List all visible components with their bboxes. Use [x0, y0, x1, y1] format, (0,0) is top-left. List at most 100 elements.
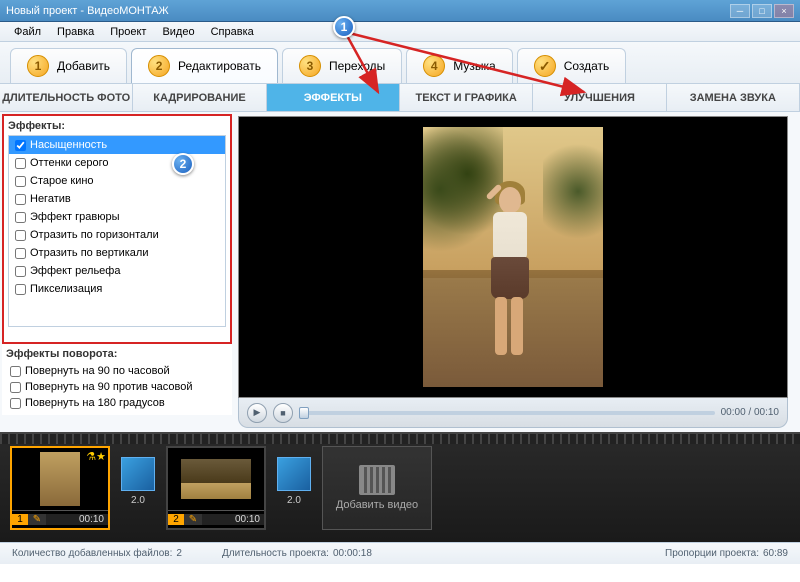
- effect-item[interactable]: Эффект рельефа: [9, 262, 225, 280]
- effect-checkbox[interactable]: [15, 176, 26, 187]
- step-3-icon: 3: [299, 55, 321, 77]
- tab-edit-label: Редактировать: [178, 59, 261, 73]
- status-files-label: Количество добавленных файлов:: [12, 548, 172, 559]
- preview-frame: [423, 127, 603, 387]
- tab-transitions-label: Переходы: [329, 59, 385, 73]
- subtab-crop[interactable]: КАДРИРОВАНИЕ: [133, 84, 266, 111]
- menu-video[interactable]: Видео: [154, 24, 202, 40]
- tab-transitions[interactable]: 3 Переходы: [282, 48, 402, 83]
- effect-item[interactable]: Отразить по вертикали: [9, 244, 225, 262]
- menubar: Файл Правка Проект Видео Справка: [0, 22, 800, 42]
- effect-label: Оттенки серого: [30, 157, 108, 169]
- subtab-effects[interactable]: ЭФФЕКТЫ: [267, 84, 400, 111]
- tab-create-label: Создать: [564, 59, 610, 73]
- effect-checkbox[interactable]: [15, 266, 26, 277]
- seek-slider[interactable]: [299, 411, 715, 415]
- clip-index: 2: [168, 514, 184, 525]
- transition-icon: [121, 457, 155, 491]
- rotation-label: Повернуть на 180 градусов: [25, 397, 165, 409]
- effect-label: Пикселизация: [30, 283, 102, 295]
- preview-panel: ▶ ■ 00:00 / 00:10: [234, 112, 800, 432]
- step-2-icon: 2: [148, 55, 170, 77]
- transition-duration: 2.0: [131, 495, 145, 506]
- seek-knob[interactable]: [299, 407, 309, 419]
- menu-edit[interactable]: Правка: [49, 24, 102, 40]
- subtab-enhance[interactable]: УЛУЧШЕНИЯ: [533, 84, 666, 111]
- play-button[interactable]: ▶: [247, 403, 267, 423]
- timeline[interactable]: ⚗★ 1 ✎ 00:10 2.0 2 ✎ 00:10 2.0 Добавить …: [0, 432, 800, 542]
- subtab-audio[interactable]: ЗАМЕНА ЗВУКА: [667, 84, 800, 111]
- clip-edit-icon[interactable]: ✎: [28, 514, 46, 525]
- timeline-clip-2[interactable]: 2 ✎ 00:10: [166, 446, 266, 530]
- effects-title: Эффекты:: [8, 120, 226, 132]
- timeline-clip-1[interactable]: ⚗★ 1 ✎ 00:10: [10, 446, 110, 530]
- tab-edit[interactable]: 2 Редактировать: [131, 48, 278, 83]
- rotation-label: Повернуть на 90 по часовой: [25, 365, 170, 377]
- effect-label: Эффект рельефа: [30, 265, 120, 277]
- effects-list[interactable]: Насыщенность Оттенки серого Старое кино Нег…: [8, 135, 226, 327]
- rotation-checkbox[interactable]: [10, 398, 21, 409]
- effect-label: Старое кино: [30, 175, 94, 187]
- effect-label: Эффект гравюры: [30, 211, 120, 223]
- menu-file[interactable]: Файл: [6, 24, 49, 40]
- menu-project[interactable]: Проект: [102, 24, 154, 40]
- rotation-item[interactable]: Повернуть на 90 против часовой: [6, 379, 228, 395]
- close-button[interactable]: ×: [774, 4, 794, 18]
- effect-label: Отразить по горизонтали: [30, 229, 159, 241]
- tab-music[interactable]: 4 Музыка: [406, 48, 512, 83]
- tab-add[interactable]: 1 Добавить: [10, 48, 127, 83]
- tab-music-label: Музыка: [453, 59, 495, 73]
- effect-item[interactable]: Негатив: [9, 190, 225, 208]
- effect-item[interactable]: Оттенки серого: [9, 154, 225, 172]
- effect-item[interactable]: Насыщенность: [9, 136, 225, 154]
- transition-duration: 2.0: [287, 495, 301, 506]
- window-title: Новый проект - ВидеоМОНТАЖ: [6, 5, 169, 17]
- minimize-button[interactable]: ─: [730, 4, 750, 18]
- subtab-text[interactable]: ТЕКСТ И ГРАФИКА: [400, 84, 533, 111]
- clip-time: 00:10: [46, 514, 108, 525]
- rotations-list: Повернуть на 90 по часовой Повернуть на 9…: [6, 363, 228, 411]
- effect-item[interactable]: Пикселизация: [9, 280, 225, 298]
- player-controls: ▶ ■ 00:00 / 00:10: [238, 398, 788, 428]
- top-tabs: 1 Добавить 2 Редактировать 3 Переходы 4 …: [0, 42, 800, 84]
- effect-checkbox[interactable]: [15, 284, 26, 295]
- status-files-value: 2: [176, 548, 182, 559]
- status-ratio-value: 60:89: [763, 548, 788, 559]
- sub-tabs: ДЛИТЕЛЬНОСТЬ ФОТО КАДРИРОВАНИЕ ЭФФЕКТЫ Т…: [0, 84, 800, 112]
- work-area: Эффекты: Насыщенность Оттенки серого Старо…: [0, 112, 800, 432]
- timeline-transition-1[interactable]: 2.0: [116, 446, 160, 506]
- effect-checkbox[interactable]: [15, 248, 26, 259]
- rotation-item[interactable]: Повернуть на 90 по часовой: [6, 363, 228, 379]
- effect-item[interactable]: Отразить по горизонтали: [9, 226, 225, 244]
- stop-button[interactable]: ■: [273, 403, 293, 423]
- effect-item[interactable]: Эффект гравюры: [9, 208, 225, 226]
- status-duration-label: Длительность проекта:: [222, 548, 329, 559]
- effect-checkbox[interactable]: [15, 140, 26, 151]
- left-panel: Эффекты: Насыщенность Оттенки серого Старо…: [0, 112, 234, 432]
- titlebar: Новый проект - ВидеоМОНТАЖ ─ □ ×: [0, 0, 800, 22]
- effect-checkbox[interactable]: [15, 194, 26, 205]
- add-video-label: Добавить видео: [336, 499, 418, 511]
- tab-create[interactable]: ✓ Создать: [517, 48, 627, 83]
- menu-help[interactable]: Справка: [203, 24, 262, 40]
- timeline-transition-2[interactable]: 2.0: [272, 446, 316, 506]
- effect-checkbox[interactable]: [15, 230, 26, 241]
- status-ratio-label: Пропорции проекта:: [665, 548, 759, 559]
- effect-checkbox[interactable]: [15, 212, 26, 223]
- preview-video: [238, 116, 788, 398]
- clip-edit-icon[interactable]: ✎: [184, 514, 202, 525]
- clip-time: 00:10: [202, 514, 264, 525]
- subtab-photo-duration[interactable]: ДЛИТЕЛЬНОСТЬ ФОТО: [0, 84, 133, 111]
- add-video-button[interactable]: Добавить видео: [322, 446, 432, 530]
- rotations-title: Эффекты поворота:: [6, 348, 228, 360]
- rotation-item[interactable]: Повернуть на 180 градусов: [6, 395, 228, 411]
- maximize-button[interactable]: □: [752, 4, 772, 18]
- step-check-icon: ✓: [534, 55, 556, 77]
- clip-thumb: [168, 448, 264, 510]
- film-icon: [359, 465, 395, 495]
- rotation-checkbox[interactable]: [10, 382, 21, 393]
- effect-item[interactable]: Старое кино: [9, 172, 225, 190]
- status-duration-value: 00:00:18: [333, 548, 372, 559]
- rotation-checkbox[interactable]: [10, 366, 21, 377]
- effect-checkbox[interactable]: [15, 158, 26, 169]
